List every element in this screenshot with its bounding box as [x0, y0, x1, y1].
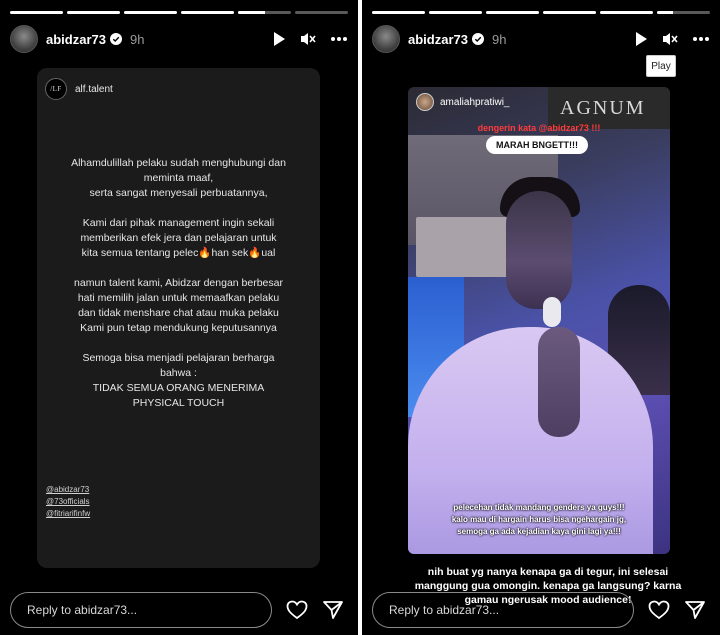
video-account-avatar: [416, 93, 434, 111]
statement-line: dan tidak menshare chat atau muka pelaku: [78, 307, 279, 319]
send-icon[interactable]: [322, 600, 344, 620]
statement-line: serta sangat menyesali perbuatannya,: [89, 187, 268, 199]
shared-account-name[interactable]: alf.talent: [75, 84, 113, 95]
overlay-pill-label: MARAH BNGETT!!!: [486, 136, 588, 154]
progress-segment: [67, 11, 120, 14]
progress-segment: [10, 11, 63, 14]
story-header: abidzar73 9h: [10, 24, 348, 54]
statement-line: bahwa :: [160, 367, 197, 379]
send-icon[interactable]: [684, 600, 706, 620]
play-tooltip: Play: [646, 55, 676, 77]
progress-segment: [429, 11, 482, 14]
username[interactable]: abidzar73: [408, 32, 468, 47]
video-caption-line: kalo mau di hargain harus bisa ngehargai…: [451, 515, 627, 524]
statement-line: TIDAK SEMUA ORANG MENERIMA: [92, 382, 265, 394]
progress-segment: [238, 11, 291, 14]
mention-link[interactable]: @73officials: [46, 496, 90, 508]
play-icon[interactable]: [634, 31, 648, 47]
statement-line: Semoga bisa menjadi pelajaran berharga: [82, 352, 275, 364]
statement-line: Kami pun tetap mendukung keputusannya: [80, 322, 277, 334]
story-progress: [10, 11, 348, 14]
verified-badge-icon: [109, 33, 122, 45]
right-story-panel: abidzar73 9h Play AGNUM amaliahpratiwi_ …: [362, 0, 720, 635]
reply-bar: [10, 592, 348, 628]
reply-input[interactable]: [372, 592, 634, 628]
reply-input[interactable]: [10, 592, 272, 628]
avatar[interactable]: [372, 25, 400, 53]
story-caption-line: nih buat yg nanya kenapa ga di tegur, in…: [427, 566, 669, 578]
statement-line: memberikan efek jera dan pelajaran untuk: [80, 232, 277, 244]
video-caption-line: pelecehan tidak mandang genders ya guys!…: [453, 503, 625, 512]
progress-segment: [543, 11, 596, 14]
statement-line: namun talent kami, Abidzar dengan berbes…: [74, 277, 283, 289]
statement-line: meminta maaf,: [143, 172, 214, 184]
mentions-list: @abidzar73 @73officials @fitriarifinfw: [46, 484, 90, 520]
progress-segment: [600, 11, 653, 14]
singer-figure: [506, 191, 572, 309]
story-caption-line: manggung gua omongin. kenapa ga langsung…: [414, 580, 682, 592]
statement-line: kita semua tentang pelec🔥han sek🔥ual: [81, 247, 276, 259]
video-background: [416, 217, 516, 277]
progress-segment: [124, 11, 177, 14]
more-icon[interactable]: [330, 36, 348, 42]
singer-figure: [538, 327, 580, 437]
shared-account-avatar: /LF: [45, 78, 67, 100]
statement-line: Kami dari pihak management ingin sekali: [82, 217, 275, 229]
heart-icon[interactable]: [286, 600, 308, 620]
time-ago: 9h: [491, 31, 507, 47]
progress-segment: [486, 11, 539, 14]
time-ago: 9h: [129, 31, 145, 47]
statement-text: Alhamdulillah pelaku sudah menghubungi d…: [47, 156, 310, 411]
statement-line: PHYSICAL TOUCH: [132, 397, 225, 409]
mute-icon[interactable]: [662, 31, 678, 47]
overlay-red-text: dengerin kata @abidzar73 !!!: [477, 123, 601, 133]
progress-segment: [372, 11, 425, 14]
username[interactable]: abidzar73: [46, 32, 106, 47]
statement-line: hati memilih jalan untuk memaafkan pelak…: [77, 292, 280, 304]
play-icon[interactable]: [272, 31, 286, 47]
left-story-panel: abidzar73 9h /LF alf.talent Alhamdulilla…: [0, 0, 358, 635]
progress-segment: [295, 11, 348, 14]
avatar[interactable]: [10, 25, 38, 53]
shared-video[interactable]: AGNUM amaliahpratiwi_ dengerin kata @abi…: [408, 87, 670, 554]
story-progress: [372, 11, 710, 14]
story-header: abidzar73 9h: [372, 24, 710, 54]
heart-icon[interactable]: [648, 600, 670, 620]
more-icon[interactable]: [692, 36, 710, 42]
mention-link[interactable]: @fitriarifinfw: [46, 508, 90, 520]
mention-link[interactable]: @abidzar73: [46, 484, 90, 496]
video-caption: pelecehan tidak mandang genders ya guys!…: [416, 502, 662, 538]
video-caption-line: semoga ga ada kejadian kaya gini lagi ya…: [457, 527, 621, 536]
progress-segment: [657, 11, 710, 14]
video-account-name[interactable]: amaliahpratiwi_: [440, 97, 509, 108]
reply-bar: [372, 592, 710, 628]
microphone: [543, 297, 561, 327]
statement-line: Alhamdulillah pelaku sudah menghubungi d…: [71, 157, 286, 169]
verified-badge-icon: [471, 33, 484, 45]
progress-segment: [181, 11, 234, 14]
mute-icon[interactable]: [300, 31, 316, 47]
